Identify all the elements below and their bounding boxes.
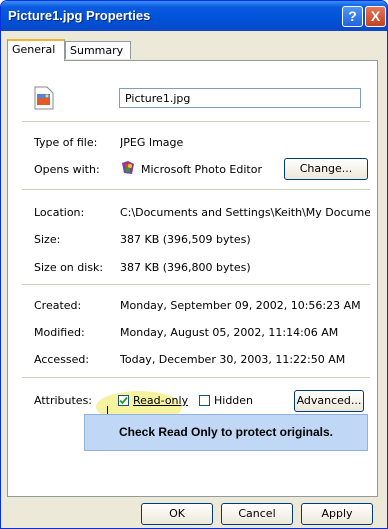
close-button[interactable]: X: [365, 6, 386, 27]
attributes-label: Attributes:: [34, 394, 93, 407]
properties-dialog: Picture1.jpg Properties ? X General Summ…: [0, 0, 388, 529]
tab-summary[interactable]: Summary: [65, 41, 131, 59]
location-label: Location:: [34, 206, 85, 219]
location-value: C:\Documents and Settings\Keith\My Docum…: [120, 206, 370, 219]
advanced-button[interactable]: Advanced...: [294, 390, 364, 412]
size-value: 387 KB (396,509 bytes): [120, 233, 251, 246]
accessed-label: Accessed:: [34, 353, 90, 366]
window-title: Picture1.jpg Properties: [8, 8, 151, 23]
readonly-label[interactable]: Read-only: [133, 394, 188, 407]
tab-bar: General Summary: [7, 39, 379, 61]
separator: [22, 284, 370, 285]
opens-value: Microsoft Photo Editor: [141, 163, 262, 176]
size-on-disk-value: 387 KB (396,800 bytes): [120, 261, 251, 274]
ok-button[interactable]: OK: [141, 503, 213, 525]
modified-value: Monday, August 05, 2002, 11:14:06 AM: [120, 326, 339, 339]
modified-label: Modified:: [34, 326, 85, 339]
type-label: Type of file:: [34, 136, 98, 149]
change-button[interactable]: Change...: [284, 158, 368, 180]
help-button[interactable]: ?: [342, 6, 363, 27]
readonly-checkbox[interactable]: [118, 395, 129, 406]
general-panel: Picture1.jpg Type of file: JPEG Image Op…: [7, 60, 378, 497]
created-label: Created:: [34, 299, 82, 312]
size-label: Size:: [34, 233, 61, 246]
apply-button[interactable]: Apply: [301, 503, 373, 525]
separator: [22, 121, 370, 122]
jpeg-file-icon: [34, 86, 54, 110]
cancel-button[interactable]: Cancel: [221, 503, 293, 525]
opens-label: Opens with:: [34, 163, 100, 176]
filename-field[interactable]: Picture1.jpg: [119, 88, 361, 108]
size-on-disk-label: Size on disk:: [34, 261, 104, 274]
separator: [22, 377, 370, 378]
photo-editor-icon: [122, 161, 134, 174]
title-bar[interactable]: Picture1.jpg Properties ? X: [1, 1, 387, 31]
accessed-value: Today, December 30, 2003, 11:22:50 AM: [120, 353, 346, 366]
callout-note: Check Read Only to protect originals.: [84, 414, 368, 451]
hidden-label[interactable]: Hidden: [214, 394, 253, 407]
type-value: JPEG Image: [120, 136, 184, 149]
tab-general[interactable]: General: [7, 39, 65, 61]
hidden-checkbox[interactable]: [199, 395, 210, 406]
check-icon: [119, 396, 128, 405]
created-value: Monday, September 09, 2002, 10:56:23 AM: [120, 299, 361, 312]
separator: [22, 189, 370, 190]
